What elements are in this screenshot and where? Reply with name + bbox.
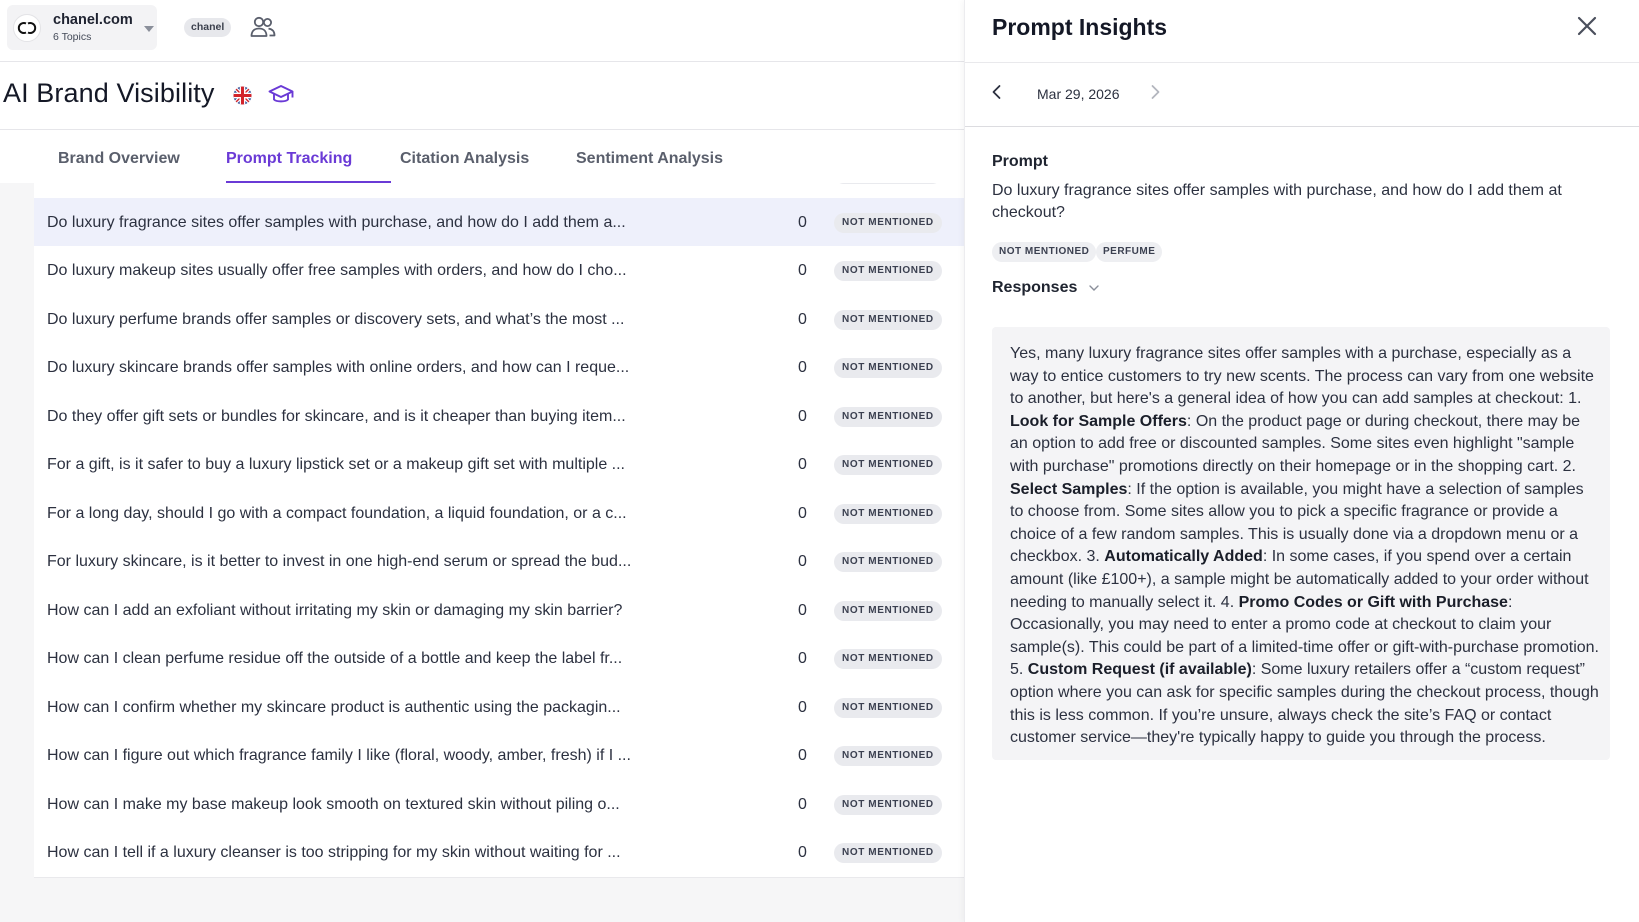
status-badge: NOT MENTIONED <box>834 309 942 330</box>
site-switcher[interactable]: chanel.com 6 Topics <box>7 5 157 50</box>
top-bar: chanel.com 6 Topics chanel <box>0 0 964 62</box>
site-name: chanel.com <box>53 12 133 28</box>
responses-toggle[interactable]: Responses <box>992 279 1100 297</box>
row-prompt-text: Do luxury skincare brands offer samples … <box>47 359 630 376</box>
row-prompt-text: How can I tell if a luxury cleanser is t… <box>47 844 621 861</box>
row-mention-count: 0 <box>798 698 807 716</box>
divider <box>965 126 1639 127</box>
row-mention-count: 0 <box>798 795 807 813</box>
prompt-text: Do luxury fragrance sites offer samples … <box>992 182 1562 221</box>
brand-pill[interactable]: chanel <box>184 18 232 37</box>
status-badge: NOT MENTIONED <box>834 649 942 669</box>
status-tag: NOT MENTIONED <box>992 242 1097 262</box>
row-mention-count: 0 <box>798 504 807 522</box>
row-mention-count: 0 <box>798 213 807 231</box>
close-icon[interactable] <box>1577 16 1597 36</box>
table-row[interactable]: Do luxury fragrance sites offer samples … <box>34 197 964 248</box>
prompt-list: Can you explain the difference between a… <box>34 183 964 922</box>
prompt-insights-panel: Prompt Insights Mar 29, 2026 Prompt Do l… <box>964 0 1639 922</box>
row-prompt-text: How can I make my base makeup look smoot… <box>47 795 620 813</box>
site-text: chanel.com 6 Topics <box>53 13 133 42</box>
prompt-label: Prompt <box>992 153 1048 170</box>
caret-down-icon <box>144 26 154 32</box>
response-segment: Yes, many luxury fragrance sites offer s… <box>1010 345 1594 408</box>
row-mention-count: 0 <box>798 359 807 376</box>
status-badge: NOT MENTIONED <box>834 183 942 184</box>
status-badge: NOT MENTIONED <box>834 455 942 475</box>
table-row[interactable]: Do luxury skincare brands offer samples … <box>34 343 964 393</box>
status-badge: NOT MENTIONED <box>834 406 942 427</box>
response-bold: Look for Sample Offers <box>1010 412 1187 430</box>
status-badge: NOT MENTIONED <box>834 794 942 815</box>
status-badge: NOT MENTIONED <box>834 746 942 766</box>
chevron-down-icon <box>1089 285 1099 291</box>
panel-title: Prompt Insights <box>992 14 1168 40</box>
tab-sentiment-analysis[interactable]: Sentiment Analysis <box>576 130 723 183</box>
users-icon[interactable] <box>250 15 276 39</box>
graduation-cap-icon[interactable] <box>268 82 294 106</box>
tab-prompt-tracking[interactable]: Prompt Tracking <box>226 130 352 183</box>
main-area: chanel.com 6 Topics chanel AI Brand Visi… <box>0 0 964 922</box>
response-bold: Select Samples <box>1010 480 1128 498</box>
chevron-left-icon[interactable] <box>990 84 1004 100</box>
row-prompt-text: How can I figure out which fragrance fam… <box>47 747 631 764</box>
row-prompt-text: How can I confirm whether my skincare pr… <box>47 698 621 716</box>
row-mention-count: 0 <box>798 456 807 473</box>
table-row[interactable]: How can I clean perfume residue off the … <box>34 634 964 684</box>
row-prompt-text: For a long day, should I go with a compa… <box>47 504 627 522</box>
row-prompt-text: For luxury skincare, is it better to inv… <box>47 553 632 570</box>
divider <box>965 62 1639 63</box>
status-badge: NOT MENTIONED <box>834 212 942 233</box>
uk-flag-icon <box>233 86 252 105</box>
status-badge: NOT MENTIONED <box>834 697 942 718</box>
status-badge: NOT MENTIONED <box>834 552 942 572</box>
category-tag: PERFUME <box>1096 242 1163 262</box>
table-row[interactable]: How can I confirm whether my skincare pr… <box>34 682 964 733</box>
status-badge: NOT MENTIONED <box>834 358 942 378</box>
row-prompt-text: Do luxury perfume brands offer samples o… <box>47 310 625 328</box>
chevron-right-icon[interactable] <box>1148 84 1162 100</box>
page-title: AI Brand Visibility <box>3 78 215 108</box>
row-prompt-text: How can I clean perfume residue off the … <box>47 650 623 667</box>
response-bold: Custom Request (if available) <box>1027 661 1252 679</box>
response-bold: Promo Codes or Gift with Purchase <box>1238 593 1508 611</box>
responses-label: Responses <box>992 279 1078 296</box>
row-mention-count: 0 <box>798 262 807 279</box>
tab-bar: Brand Overview Prompt Tracking Citation … <box>0 130 964 183</box>
table-row[interactable]: Do luxury perfume brands offer samples o… <box>34 294 964 345</box>
site-topics-count: 6 Topics <box>53 30 92 43</box>
date-label: Mar 29, 2026 <box>1037 86 1120 102</box>
row-prompt-text: Do they offer gift sets or bundles for s… <box>47 407 626 425</box>
row-mention-count: 0 <box>798 407 807 425</box>
row-prompt-text: For a gift, is it safer to buy a luxury … <box>47 456 625 473</box>
table-row[interactable]: For a gift, is it safer to buy a luxury … <box>34 440 964 490</box>
row-mention-count: 0 <box>798 553 807 570</box>
status-badge: NOT MENTIONED <box>834 503 942 524</box>
row-mention-count: 0 <box>798 601 807 619</box>
table-row[interactable]: Do they offer gift sets or bundles for s… <box>34 391 964 442</box>
tab-citation-analysis[interactable]: Citation Analysis <box>400 130 529 183</box>
table-row[interactable]: For luxury skincare, is it better to inv… <box>34 537 964 587</box>
response-bold: Automatically Added <box>1104 548 1263 566</box>
response-text: Yes, many luxury fragrance sites offer s… <box>992 327 1610 760</box>
row-mention-count: 0 <box>798 310 807 328</box>
table-row[interactable]: How can I add an exfoliant without irrit… <box>34 585 964 636</box>
row-prompt-text: Do luxury makeup sites usually offer fre… <box>47 262 627 279</box>
tab-brand-overview[interactable]: Brand Overview <box>58 130 180 183</box>
row-prompt-text: Do luxury fragrance sites offer samples … <box>47 213 626 231</box>
row-mention-count: 0 <box>798 650 807 667</box>
table-row[interactable]: How can I make my base makeup look smoot… <box>34 779 964 830</box>
status-badge: NOT MENTIONED <box>834 843 942 863</box>
table-row[interactable]: How can I tell if a luxury cleanser is t… <box>34 828 964 878</box>
page-header: AI Brand Visibility <box>0 62 964 130</box>
table-row[interactable]: Do luxury makeup sites usually offer fre… <box>34 246 964 296</box>
status-badge: NOT MENTIONED <box>834 261 942 281</box>
table-row[interactable]: For a long day, should I go with a compa… <box>34 488 964 539</box>
row-mention-count: 0 <box>798 844 807 861</box>
status-badge: NOT MENTIONED <box>834 600 942 621</box>
row-mention-count: 0 <box>798 747 807 764</box>
chanel-cc-logo-icon <box>13 13 41 42</box>
table-row[interactable]: How can I figure out which fragrance fam… <box>34 731 964 781</box>
row-prompt-text: How can I add an exfoliant without irrit… <box>47 601 623 619</box>
